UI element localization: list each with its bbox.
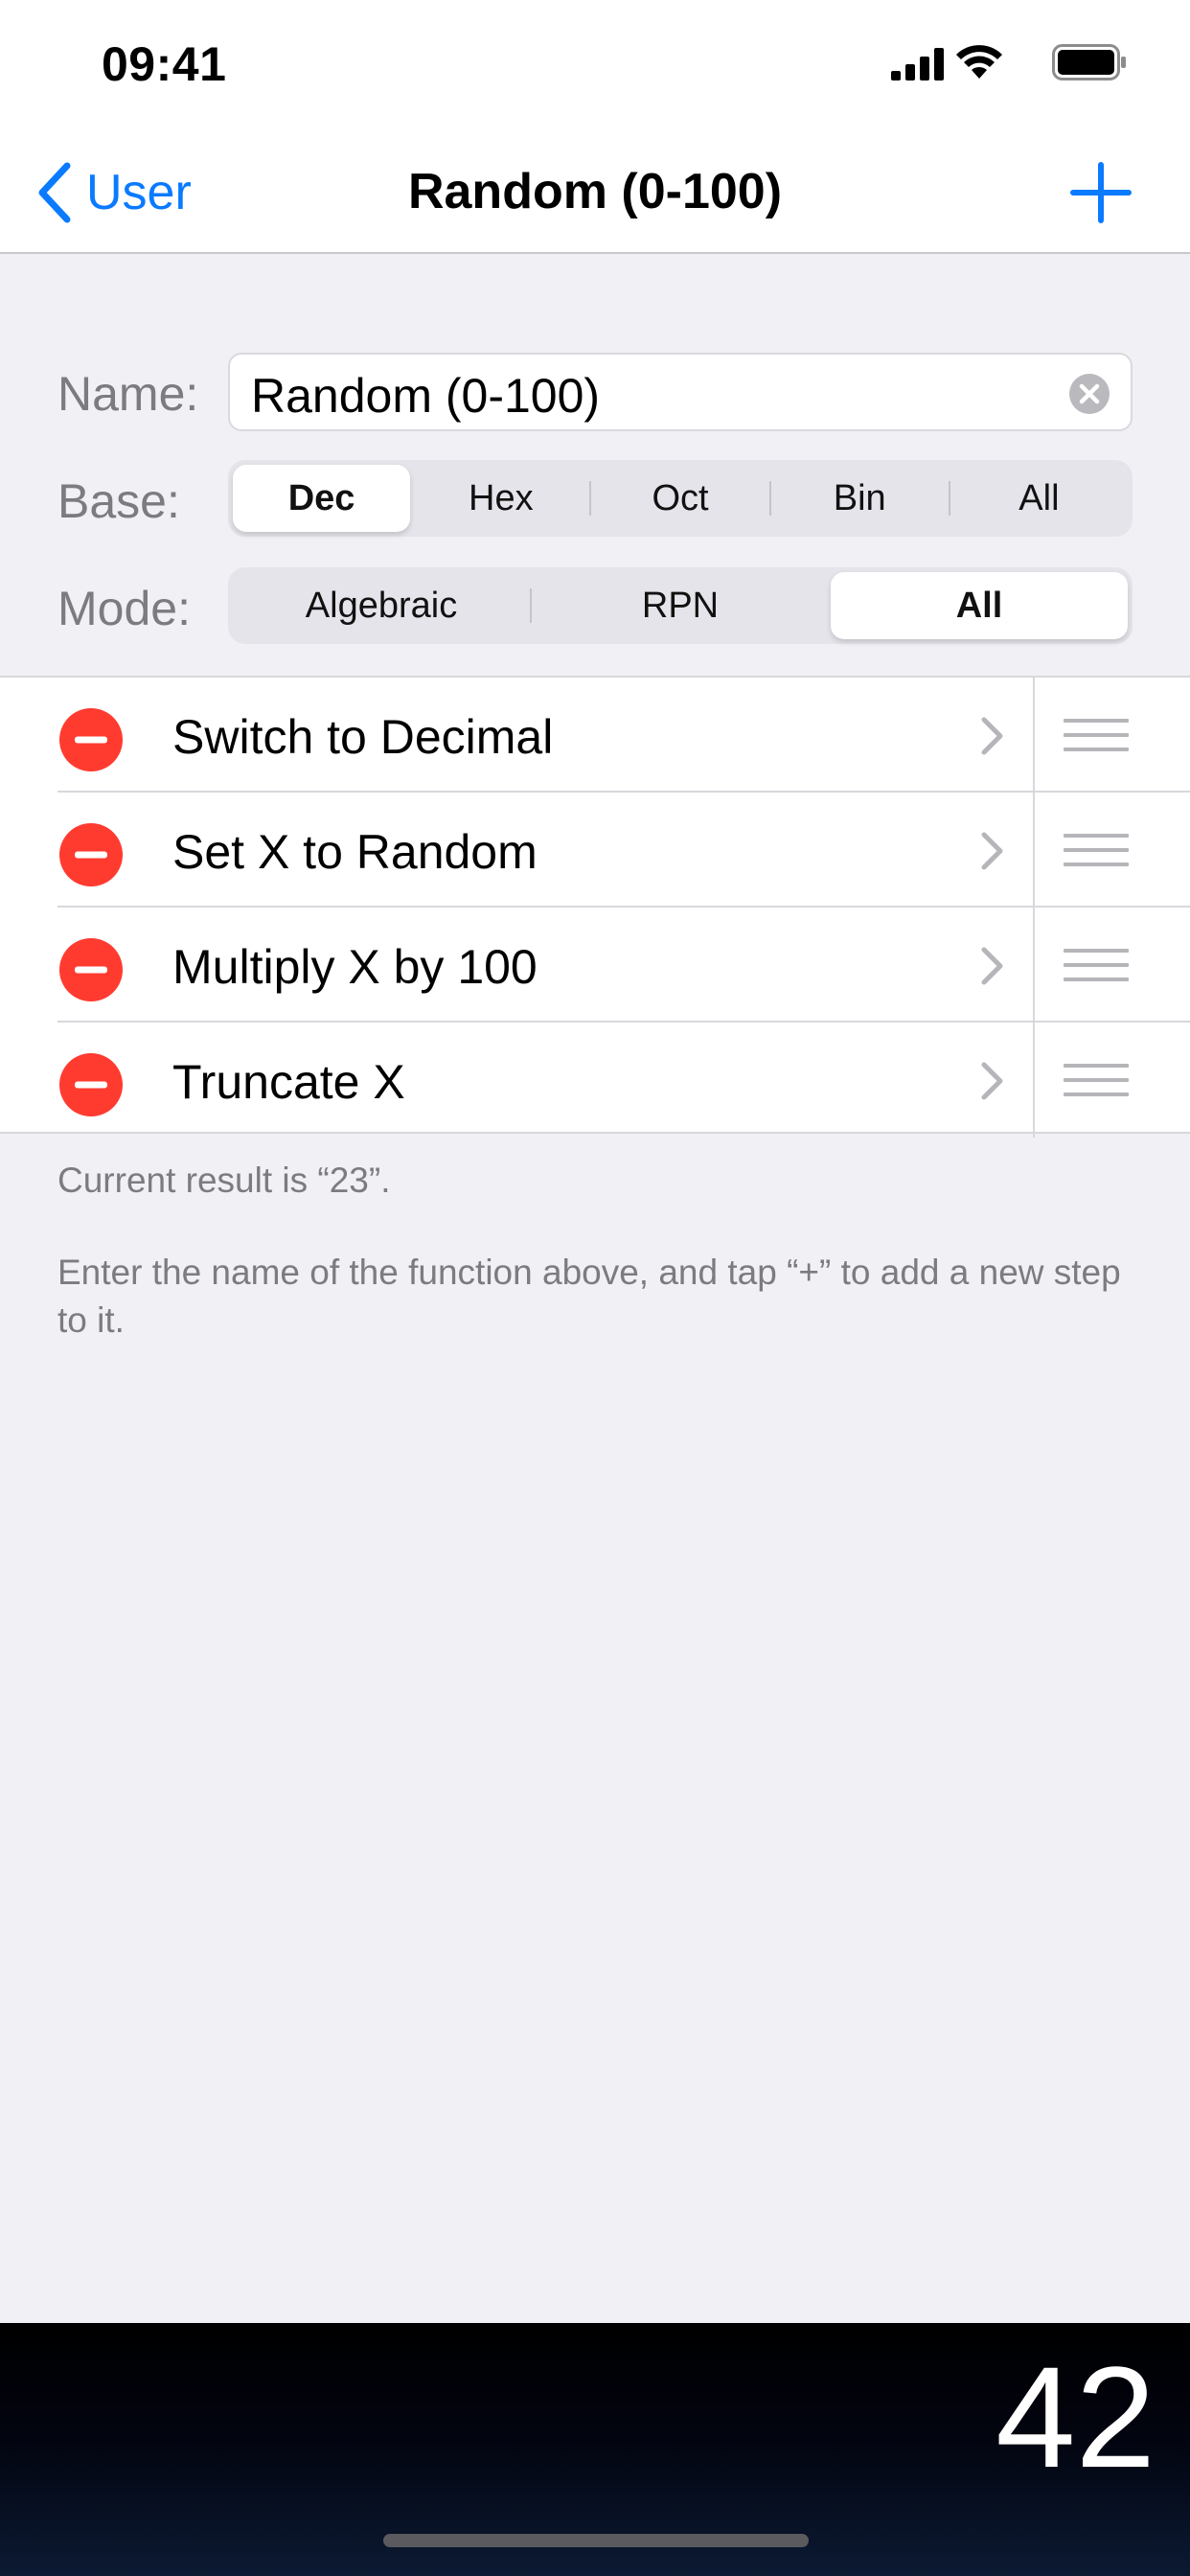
list-item[interactable]: Switch to Decimal [0,678,1190,793]
name-input-value: Random (0-100) [251,369,601,423]
signal-icon [891,48,944,80]
mode-segment-rpn[interactable]: RPN [532,572,829,639]
help-text: Enter the name of the function above, an… [57,1253,1121,1340]
mode-segment-all[interactable]: All [831,572,1128,639]
page-title: Random (0-100) [407,164,783,219]
current-result-text: Current result is “23”. [57,1161,391,1200]
step-label: Set X to Random [172,825,538,879]
status-icons [887,42,1127,80]
name-field[interactable]: Random (0-100) [228,353,1133,431]
status-time: 09:41 [102,37,227,91]
wifi-icon [956,45,1002,79]
reorder-control[interactable] [1033,678,1190,793]
step-label: Multiply X by 100 [172,940,538,994]
base-row: Base: Dec Hex Oct Bin All [0,460,1190,539]
navigation-bar: User Random (0-100) [0,134,1190,254]
reorder-control[interactable] [1033,1023,1190,1138]
chevron-right-icon[interactable] [979,1061,1006,1101]
delete-minus-icon[interactable] [59,823,123,886]
list-item[interactable]: Multiply X by 100 [0,908,1190,1023]
mode-row: Mode: Algebraic RPN All [0,567,1190,646]
reorder-control[interactable] [1033,908,1190,1023]
list-item[interactable]: Set X to Random [0,793,1190,908]
base-segment-bin[interactable]: Bin [771,465,949,532]
reorder-handle-icon[interactable] [1064,718,1129,752]
reorder-control[interactable] [1033,793,1190,908]
reorder-handle-icon[interactable] [1064,948,1129,982]
name-row: Name: Random (0-100) [0,353,1190,433]
base-segmented-control: Dec Hex Oct Bin All [228,460,1133,537]
base-segment-all[interactable]: All [950,465,1128,532]
reorder-handle-icon[interactable] [1064,1063,1129,1097]
mode-segment-algebraic[interactable]: Algebraic [233,572,530,639]
mode-segmented-control: Algebraic RPN All [228,567,1133,644]
base-segment-dec[interactable]: Dec [233,465,411,532]
display-value: 42 [995,2336,1156,2497]
plus-icon[interactable] [1069,161,1133,224]
delete-minus-icon[interactable] [59,938,123,1001]
chevron-right-icon[interactable] [979,946,1006,986]
mode-label: Mode: [57,582,191,635]
base-label: Base: [57,474,180,528]
clear-text-icon[interactable] [1069,374,1110,414]
delete-minus-icon[interactable] [59,1053,123,1116]
base-segment-hex[interactable]: Hex [412,465,589,532]
battery-icon [1052,44,1126,80]
step-label: Truncate X [172,1055,405,1109]
delete-minus-icon[interactable] [59,708,123,771]
step-label: Switch to Decimal [172,710,554,764]
status-bar: 09:41 [0,0,1190,134]
base-segment-oct[interactable]: Oct [591,465,768,532]
name-label: Name: [57,367,199,421]
reorder-handle-icon[interactable] [1064,833,1129,867]
chevron-right-icon[interactable] [979,831,1006,871]
steps-list: Switch to Decimal Set X to Random Multip… [0,676,1190,1138]
chevron-right-icon[interactable] [979,716,1006,756]
list-item[interactable]: Truncate X [0,1023,1190,1138]
home-indicator[interactable] [383,2534,809,2547]
